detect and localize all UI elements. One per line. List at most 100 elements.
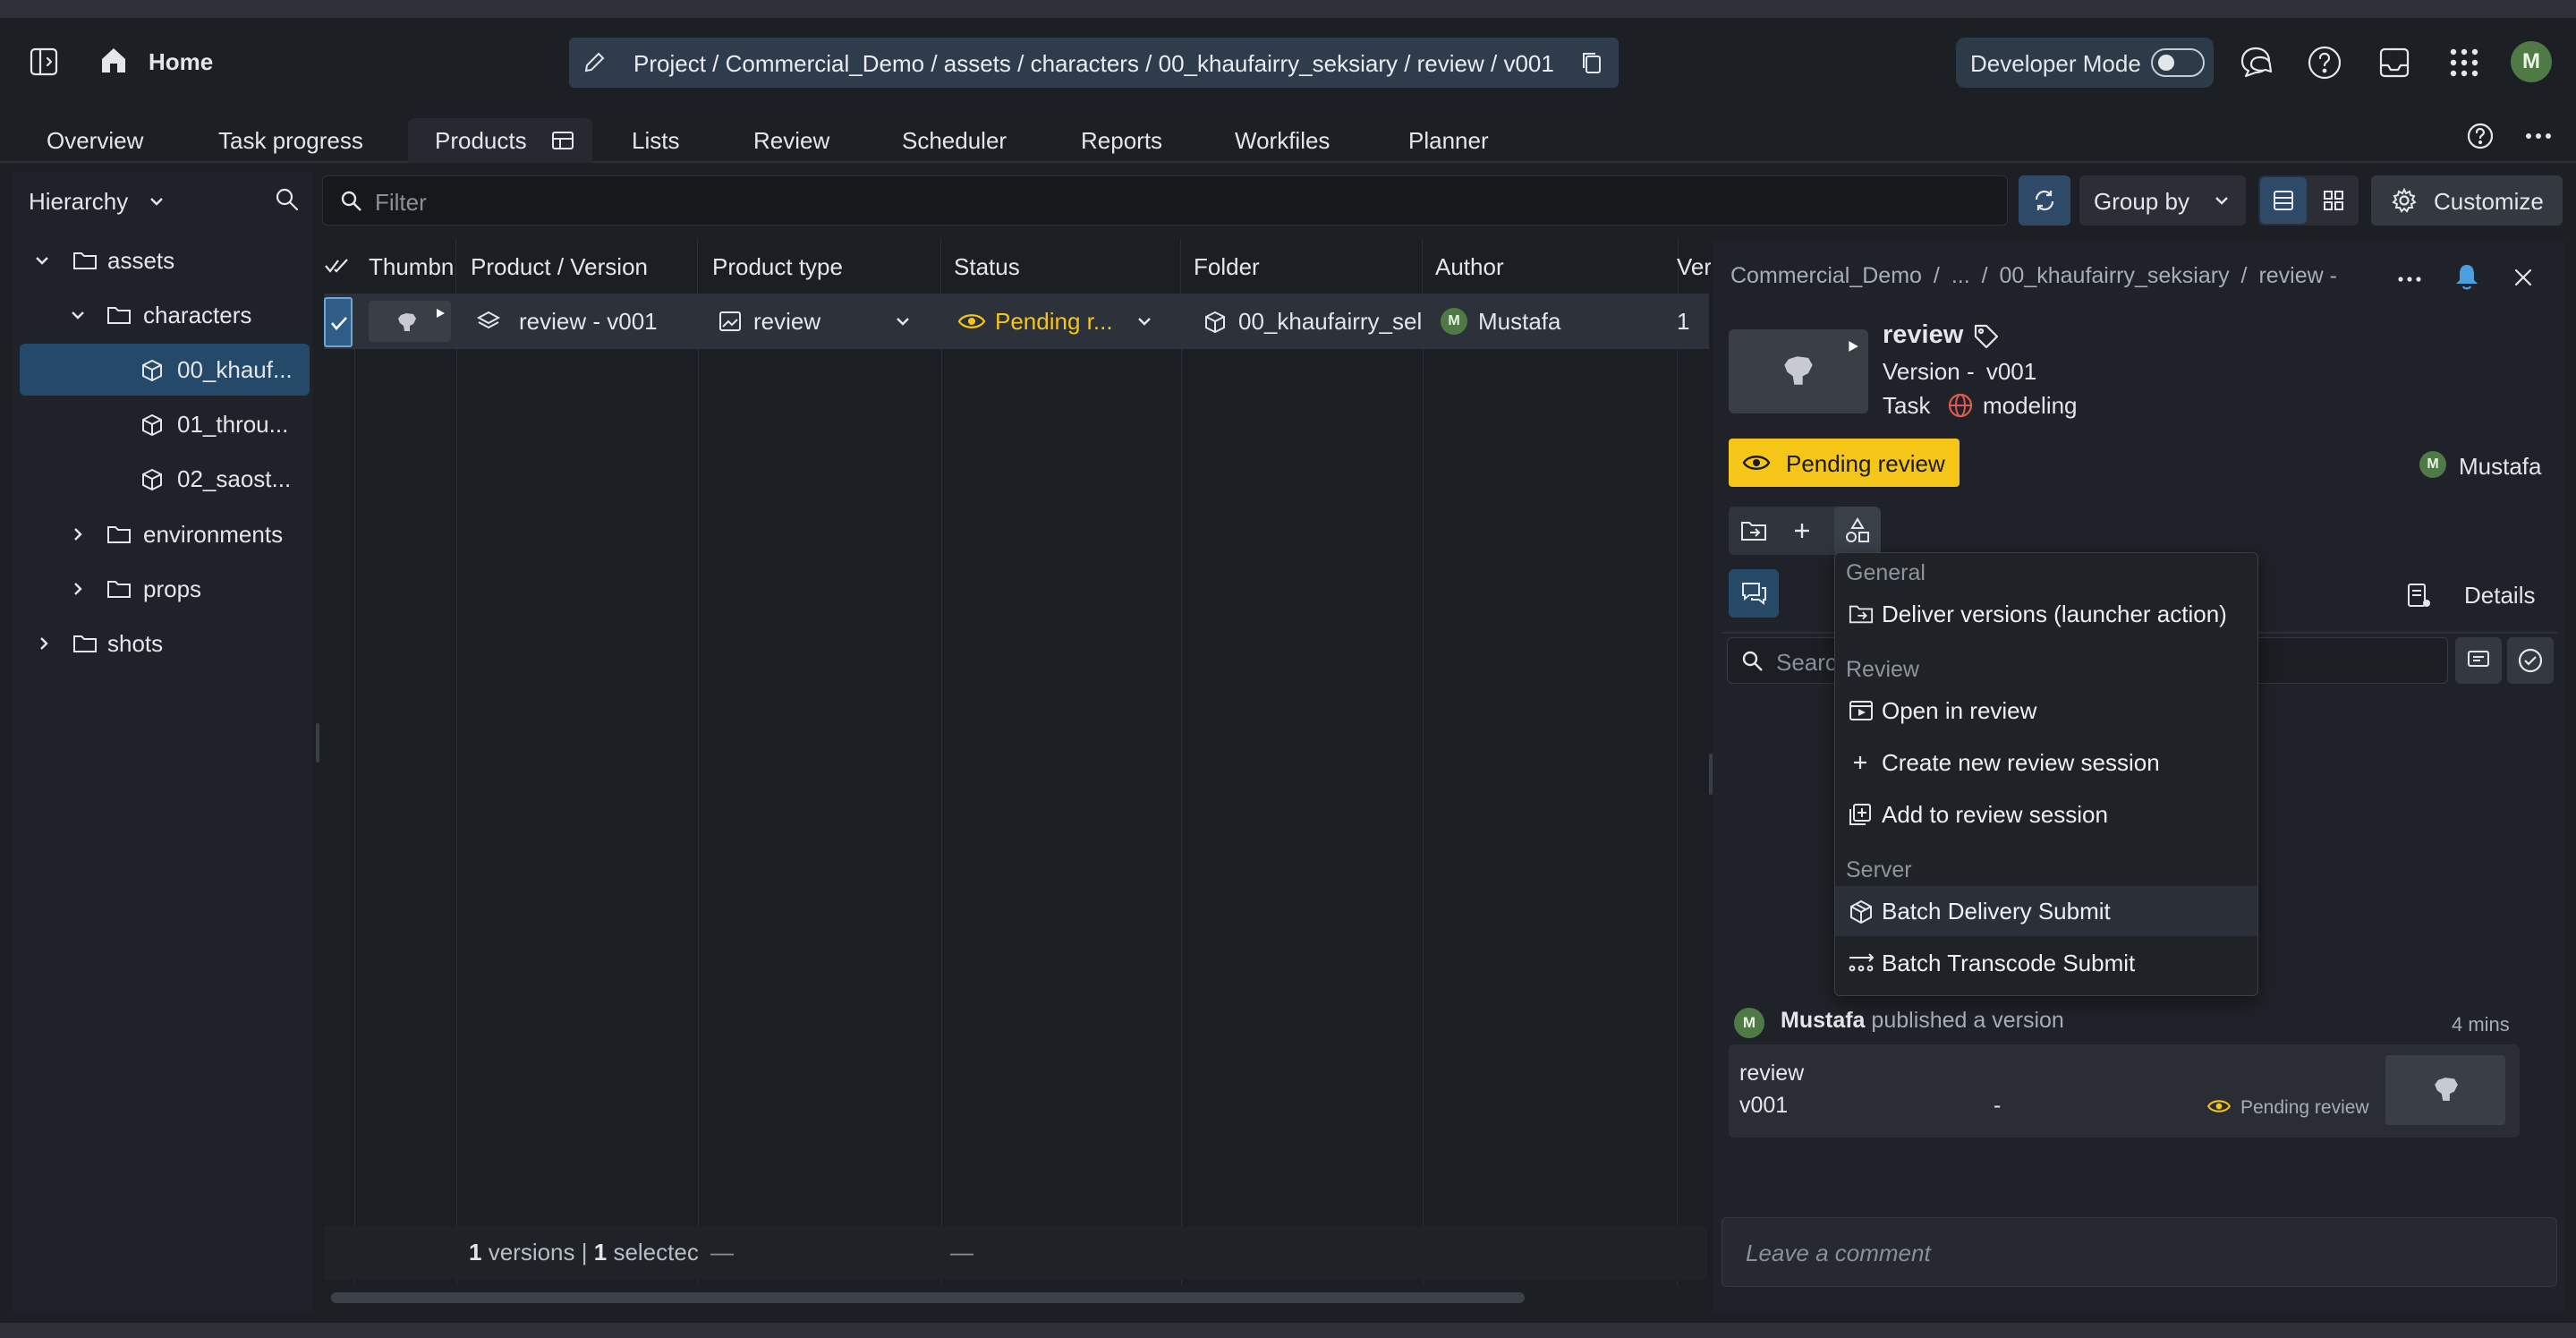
select-all-checkbox[interactable] — [324, 252, 351, 279]
tab-lists[interactable]: Lists — [605, 118, 706, 163]
play-icon[interactable] — [435, 308, 446, 319]
tree-item-00-khauf[interactable]: 00_khauf... — [20, 344, 310, 396]
apps-grid-icon[interactable] — [2448, 47, 2480, 79]
refresh-button[interactable] — [2019, 175, 2070, 226]
chevron-right-icon[interactable] — [34, 634, 54, 653]
tree-item-label: assets — [107, 247, 175, 274]
cell-product-type[interactable]: review — [716, 294, 922, 349]
tab-review[interactable]: Review — [727, 118, 856, 163]
tab-planner[interactable]: Planner — [1382, 118, 1516, 163]
row-thumbnail[interactable] — [369, 301, 451, 342]
chevron-right-icon[interactable] — [68, 524, 88, 544]
column-header-product-type[interactable]: Product type — [700, 240, 941, 294]
activity-version-card[interactable]: review v001 - Pending review — [1729, 1044, 2520, 1138]
grid-view-icon[interactable] — [2321, 188, 2346, 213]
crumb-product[interactable]: review - — [2258, 263, 2337, 288]
cell-folder[interactable]: 00_khaufairry_sel — [1201, 294, 1423, 349]
plus-icon[interactable] — [1790, 518, 1815, 543]
cell-status[interactable]: Pending r... — [956, 294, 1176, 349]
customize-button[interactable]: Customize — [2371, 175, 2563, 226]
tab-scheduler[interactable]: Scheduler — [875, 118, 1033, 163]
filter-bar[interactable]: Filter — [322, 175, 2008, 226]
inbox-icon[interactable] — [2376, 45, 2412, 81]
menu-item-batch-delivery-submit[interactable]: Batch Delivery Submit — [1835, 886, 2257, 936]
author-avatar: M — [1441, 308, 1467, 335]
hierarchy-dropdown[interactable]: Hierarchy — [29, 186, 225, 222]
column-header-author[interactable]: Author — [1423, 240, 1679, 294]
help-icon[interactable] — [2466, 122, 2495, 150]
edit-pencil-icon[interactable] — [582, 50, 607, 75]
footer-summary: 1 versions | 1 selectec — [469, 1239, 701, 1266]
tag-icon[interactable] — [1972, 322, 2001, 351]
play-icon[interactable] — [1847, 340, 1859, 353]
filter-placeholder: Filter — [375, 189, 427, 216]
chat-bubbles-icon[interactable] — [2237, 45, 2274, 81]
more-options-icon[interactable] — [2398, 276, 2421, 283]
tree-item-characters[interactable]: characters — [20, 289, 306, 341]
tab-reports[interactable]: Reports — [1054, 118, 1189, 163]
chevron-down-icon[interactable] — [893, 311, 913, 331]
menu-item-batch-transcode-submit[interactable]: Batch Transcode Submit — [1835, 938, 2257, 988]
tree-item-shots[interactable]: shots — [20, 618, 306, 669]
panel-resize-handle[interactable] — [316, 723, 319, 763]
tree-item-environments[interactable]: environments — [20, 508, 306, 560]
search-icon[interactable] — [274, 186, 301, 213]
actions-menu-button[interactable] — [1834, 507, 1881, 555]
home-button[interactable]: Home — [98, 43, 215, 81]
crumb-project[interactable]: Commercial_Demo — [1730, 263, 1922, 288]
chevron-down-icon[interactable] — [68, 305, 88, 325]
bell-icon[interactable] — [2452, 261, 2482, 292]
group-by-dropdown[interactable]: Group by — [2079, 175, 2246, 226]
chevron-down-icon[interactable] — [1135, 311, 1154, 331]
copy-icon[interactable] — [1578, 49, 1605, 76]
toggle-switch[interactable] — [2151, 48, 2205, 77]
chevron-right-icon[interactable] — [68, 579, 88, 599]
tree-item-01-throu[interactable]: 01_throu... — [20, 398, 306, 450]
assignee-name[interactable]: Mustafa — [2459, 453, 2542, 481]
details-breadcrumb[interactable]: Commercial_Demo / ... / 00_khaufairry_se… — [1730, 263, 2375, 295]
menu-item-add-to-review-session[interactable]: Add to review session — [1835, 789, 2257, 839]
column-header-thumbnail[interactable]: Thumbn — [356, 240, 456, 294]
activity-feed-tab[interactable] — [1729, 569, 1779, 618]
help-icon[interactable] — [2307, 45, 2342, 81]
crumb-folder[interactable]: 00_khaufairry_seksiary — [2000, 263, 2230, 288]
cell-product-version[interactable]: review - v001 — [474, 294, 696, 349]
comments-filter-button[interactable] — [2455, 637, 2502, 684]
breadcrumb[interactable]: Project / Commercial_Demo / assets / cha… — [569, 38, 1619, 88]
sidebar-toggle-icon[interactable] — [29, 47, 59, 77]
menu-item-open-in-review[interactable]: Open in review — [1835, 686, 2257, 736]
details-tab[interactable]: Details — [2405, 578, 2554, 614]
column-header-product-version[interactable]: Product / Version — [458, 240, 698, 294]
tab-workfiles[interactable]: Workfiles — [1208, 118, 1356, 163]
task-value[interactable]: modeling — [1983, 392, 2078, 420]
folder-import-icon[interactable] — [1739, 517, 1768, 544]
checklist-filter-button[interactable] — [2507, 637, 2554, 684]
chevron-down-icon[interactable] — [32, 251, 52, 270]
row-checkbox[interactable] — [324, 297, 353, 347]
tree-item-assets[interactable]: assets — [20, 234, 306, 286]
user-avatar[interactable]: M — [2511, 41, 2552, 82]
close-icon[interactable] — [2511, 265, 2536, 290]
more-options-icon[interactable] — [2525, 132, 2552, 140]
tree-item-02-saost[interactable]: 02_saost... — [20, 453, 306, 505]
version-value[interactable]: v001 — [1986, 358, 2036, 385]
column-header-version[interactable]: Ver — [1664, 240, 1711, 294]
comment-input[interactable]: Leave a comment — [1722, 1217, 2557, 1287]
version-thumbnail[interactable] — [1729, 329, 1868, 413]
cell-author[interactable]: M Mustafa — [1439, 294, 1671, 349]
crumb-ellipsis[interactable]: ... — [1951, 263, 1970, 288]
tab-overview[interactable]: Overview — [20, 118, 170, 163]
list-view-button[interactable] — [2260, 177, 2307, 224]
tab-products[interactable]: Products — [408, 118, 592, 163]
activity-user[interactable]: Mustafa — [1781, 1008, 1865, 1033]
tab-task-progress[interactable]: Task progress — [191, 118, 390, 163]
menu-item-deliver-versions[interactable]: Deliver versions (launcher action) — [1835, 589, 2257, 639]
tree-item-props[interactable]: props — [20, 563, 306, 615]
developer-mode-toggle[interactable]: Developer Mode — [1956, 38, 2214, 88]
cell-version[interactable]: 1 — [1677, 294, 1707, 349]
column-header-folder[interactable]: Folder — [1181, 240, 1423, 294]
column-header-status[interactable]: Status — [941, 240, 1181, 294]
menu-item-create-review-session[interactable]: Create new review session — [1835, 737, 2257, 788]
horizontal-scrollbar[interactable] — [331, 1292, 1525, 1303]
status-badge[interactable]: Pending review — [1729, 439, 1960, 487]
